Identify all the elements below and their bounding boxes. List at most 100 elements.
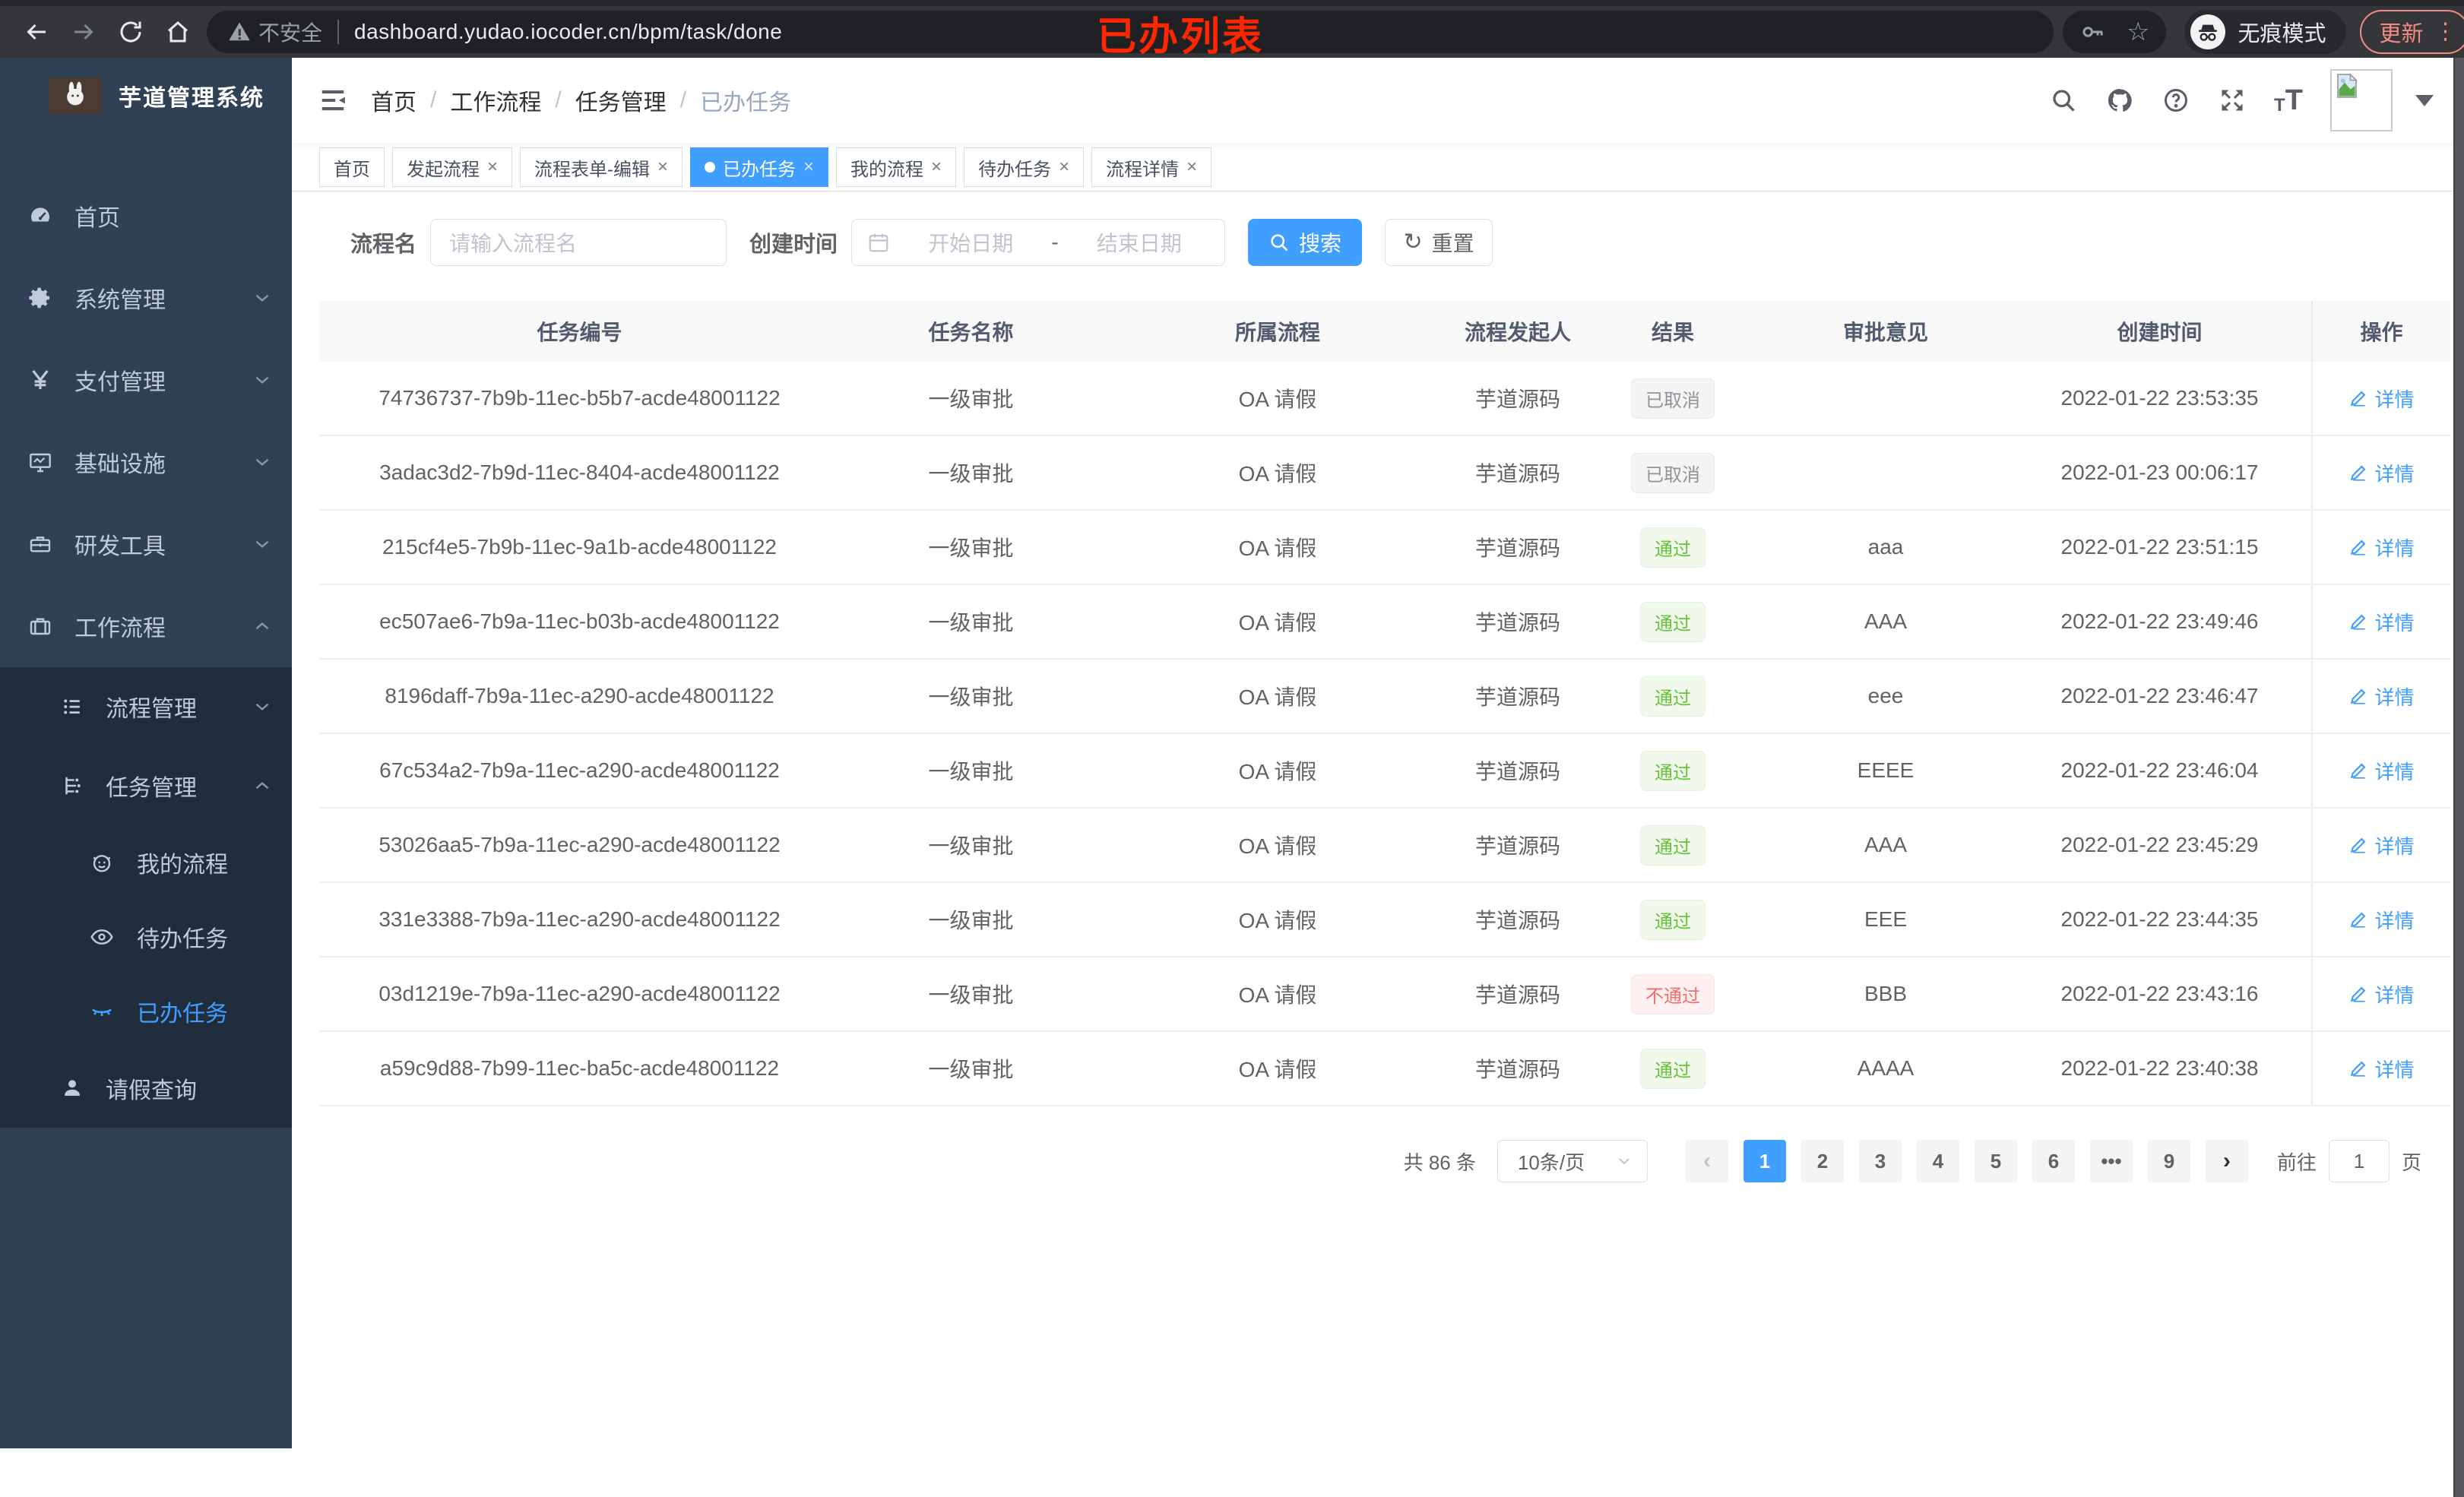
browser-forward-button[interactable] (65, 14, 102, 50)
date-range-picker[interactable]: 开始日期 - 结束日期 (851, 219, 1226, 266)
cell-created: 2022-01-23 00:06:17 (2060, 460, 2259, 484)
more-pages-button[interactable]: ••• (2089, 1140, 2133, 1182)
close-icon[interactable]: × (931, 158, 942, 176)
sidebar-item-label: 支付管理 (74, 370, 166, 395)
browser-back-button[interactable] (18, 14, 55, 50)
cell-actions: 详情 (2311, 362, 2450, 435)
sidebar-item-系统管理[interactable]: 系统管理 (0, 257, 292, 339)
search-form: 流程名 请输入流程名 创建时间 开始日期 - 结束日期 搜索 ↻ 重置 (319, 219, 2450, 266)
breadcrumb-item[interactable]: 工作流程 (450, 84, 541, 117)
prev-page-button[interactable]: ‹ (1685, 1140, 1728, 1182)
goto-page-input[interactable]: 1 (2328, 1140, 2390, 1182)
sidebar-item-基础设施[interactable]: 基础设施 (0, 421, 292, 503)
close-icon[interactable]: × (657, 158, 668, 176)
page-size-select[interactable]: 10条/页 (1496, 1140, 1648, 1182)
page-button-3[interactable]: 3 (1858, 1140, 1902, 1182)
sidebar-item-支付管理[interactable]: 支付管理 (0, 339, 292, 421)
breadcrumb-item[interactable]: 任务管理 (575, 84, 667, 117)
page-button-1[interactable]: 1 (1743, 1140, 1786, 1182)
tree-icon (59, 773, 85, 799)
table-row: 331e3388-7b9a-11ec-a290-acde48001122 一级审批… (319, 883, 2450, 957)
bookmark-star-icon[interactable]: ☆ (2127, 17, 2149, 47)
cell-id: 215cf4e5-7b9b-11ec-9a1b-acde48001122 (382, 535, 777, 559)
tab-我的流程[interactable]: 我的流程 × (836, 147, 957, 187)
close-icon[interactable]: × (1186, 158, 1197, 176)
github-icon[interactable] (2105, 86, 2134, 115)
table-row: ec507ae6-7b9a-11ec-b03b-acde48001122 一级审批… (319, 585, 2450, 660)
pen-icon (2348, 1059, 2368, 1078)
detail-link[interactable]: 详情 (2348, 385, 2415, 413)
page-size-value: 10条/页 (1517, 1150, 1585, 1174)
page-button-5[interactable]: 5 (1974, 1140, 2017, 1182)
page-button-6[interactable]: 6 (2032, 1140, 2075, 1182)
detail-link[interactable]: 详情 (2348, 608, 2415, 636)
page-button-9[interactable]: 9 (2147, 1140, 2190, 1182)
detail-link[interactable]: 详情 (2348, 533, 2415, 562)
status-badge: 已取消 (1631, 378, 1715, 419)
gear-icon (27, 285, 53, 311)
process-name-input[interactable]: 请输入流程名 (430, 219, 727, 266)
avatar[interactable] (2330, 69, 2393, 131)
sidebar-item-流程管理[interactable]: 流程管理 (0, 667, 292, 746)
browser-menu-icon[interactable]: ⋮ (2434, 21, 2457, 43)
page-button-2[interactable]: 2 (1800, 1140, 1844, 1182)
browser-scrollbar[interactable] (2453, 58, 2464, 1497)
sidebar-item-任务管理[interactable]: 任务管理 (0, 746, 292, 825)
sidebar-logo-row[interactable]: 芋道管理系统 (0, 58, 292, 134)
detail-link[interactable]: 详情 (2348, 980, 2415, 1008)
tab-流程表单-编辑[interactable]: 流程表单-编辑 × (520, 147, 683, 187)
tab-首页[interactable]: 首页 (319, 147, 385, 187)
chevron-down-icon (252, 697, 272, 717)
detail-link[interactable]: 详情 (2348, 682, 2415, 711)
collapse-sidebar-icon[interactable] (318, 85, 348, 116)
detail-link[interactable]: 详情 (2348, 459, 2415, 487)
chevron-down-icon (252, 370, 272, 390)
update-button[interactable]: 更新 ⋮ (2359, 10, 2464, 54)
detail-link[interactable]: 详情 (2348, 757, 2415, 785)
font-size-icon[interactable]: TT (2274, 86, 2303, 115)
tab-待办任务[interactable]: 待办任务 × (964, 147, 1085, 187)
tab-已办任务[interactable]: 已办任务 × (690, 147, 829, 187)
pen-icon (2348, 835, 2368, 855)
next-page-button[interactable]: › (2205, 1140, 2248, 1182)
close-icon[interactable]: × (1059, 158, 1069, 176)
fullscreen-icon[interactable] (2218, 86, 2247, 115)
close-icon[interactable]: × (487, 158, 498, 176)
close-icon[interactable]: × (803, 158, 814, 176)
avatar-dropdown-caret[interactable] (2415, 94, 2434, 106)
create-time-label: 创建时间 (749, 233, 838, 257)
sidebar-item-请假查询[interactable]: 请假查询 (0, 1049, 292, 1128)
search-button[interactable]: 搜索 (1248, 219, 1363, 266)
page-button-4[interactable]: 4 (1916, 1140, 1959, 1182)
reset-button[interactable]: ↻ 重置 (1385, 219, 1493, 266)
sidebar-item-首页[interactable]: 首页 (0, 175, 292, 257)
sidebar-item-label: 研发工具 (74, 534, 166, 559)
sidebar-item-待办任务[interactable]: 待办任务 (0, 900, 292, 974)
detail-link[interactable]: 详情 (2348, 906, 2415, 934)
sidebar-item-我的流程[interactable]: 我的流程 (0, 825, 292, 900)
tab-发起流程[interactable]: 发起流程 × (392, 147, 513, 187)
sidebar-item-已办任务[interactable]: 已办任务 (0, 974, 292, 1049)
browser-reload-button[interactable] (112, 14, 149, 50)
status-badge: 通过 (1640, 676, 1705, 717)
sidebar-item-工作流程[interactable]: 工作流程 (0, 585, 292, 667)
cell-result: 通过 (1582, 750, 1763, 791)
detail-link[interactable]: 详情 (2348, 1055, 2415, 1083)
cell-name: 一级审批 (928, 462, 1014, 486)
security-label: 不安全 (258, 21, 323, 45)
status-badge: 通过 (1640, 527, 1705, 568)
status-badge: 通过 (1640, 601, 1705, 642)
cell-opinion: AAA (1864, 833, 1908, 856)
detail-link[interactable]: 详情 (2348, 831, 2415, 859)
help-icon[interactable] (2162, 86, 2190, 115)
cell-created: 2022-01-22 23:43:16 (2060, 982, 2259, 1005)
breadcrumb-item[interactable]: 首页 (371, 84, 416, 117)
browser-home-button[interactable] (160, 14, 196, 50)
tab-流程详情[interactable]: 流程详情 × (1091, 147, 1212, 187)
column-header-创建时间: 创建时间 (2117, 321, 2203, 344)
sidebar-item-研发工具[interactable]: 研发工具 (0, 503, 292, 585)
search-icon[interactable] (2049, 86, 2078, 115)
cell-opinion: AAAA (1857, 1056, 1915, 1080)
tab-label: 发起流程 (407, 159, 480, 180)
key-icon[interactable] (2079, 18, 2107, 46)
